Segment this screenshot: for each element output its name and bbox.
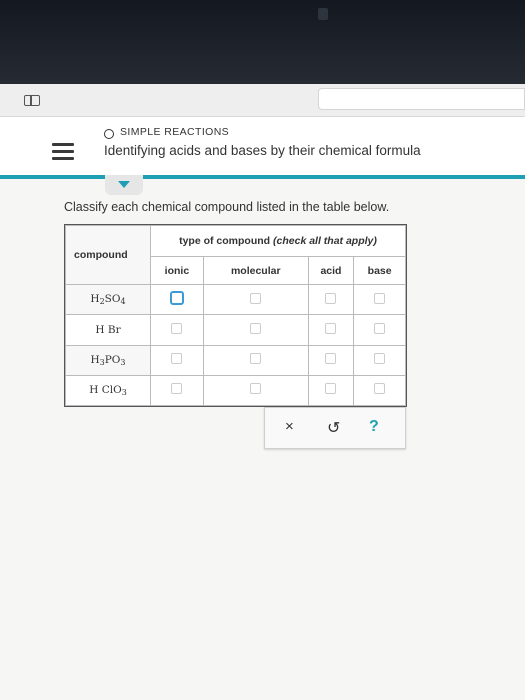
checkbox-h2so4-molecular[interactable] — [250, 292, 262, 304]
checkbox-h2so4-acid[interactable] — [325, 292, 337, 304]
type-of-compound-header: type of compound (check all that apply) — [150, 224, 406, 258]
column-header-acid: acid — [307, 256, 355, 286]
monitor-bezel — [0, 0, 525, 84]
clear-icon[interactable]: × — [285, 418, 294, 435]
checkbox-h3po3-molecular[interactable] — [250, 353, 262, 365]
checkbox-hclo3-ionic[interactable] — [171, 383, 183, 395]
compound-hclo3: H ClO3 — [65, 374, 151, 407]
instruction-text: Classify each chemical compound listed i… — [64, 200, 390, 214]
checkbox-hbr-ionic[interactable] — [171, 323, 183, 335]
column-header-molecular: molecular — [202, 256, 309, 286]
hamburger-menu-icon[interactable] — [52, 143, 74, 160]
compound-h2so4: H2SO4 — [65, 284, 151, 316]
checkbox-h3po3-base[interactable] — [374, 353, 386, 365]
address-bar[interactable] — [318, 88, 525, 110]
table-row: H3PO3 — [65, 344, 406, 376]
topic-progress-icon — [104, 129, 114, 139]
checkbox-h3po3-ionic[interactable] — [171, 353, 183, 365]
bezel-mark — [318, 8, 328, 20]
table-row: H2SO4 — [65, 284, 406, 316]
type-header-label: type of compound — [179, 235, 271, 248]
checkbox-hclo3-molecular[interactable] — [250, 383, 262, 395]
compound-column-header: compound — [65, 224, 151, 286]
page-title: Identifying acids and bases by their che… — [104, 143, 421, 158]
checkbox-hclo3-acid[interactable] — [325, 383, 337, 395]
column-header-ionic: ionic — [150, 256, 204, 286]
checkbox-hbr-base[interactable] — [374, 323, 386, 335]
checkbox-h2so4-base[interactable] — [374, 292, 386, 304]
table-row: H ClO3 — [65, 374, 406, 407]
topic-label: SIMPLE REACTIONS — [120, 126, 230, 138]
checkbox-hbr-molecular[interactable] — [250, 323, 262, 335]
help-icon[interactable]: ? — [369, 418, 379, 436]
table-row: H Br — [65, 314, 406, 346]
checkbox-hclo3-base[interactable] — [374, 383, 386, 395]
compound-hbr: H Br — [65, 314, 151, 346]
answer-action-bar: × ↺ ? — [264, 407, 406, 449]
checkbox-hbr-acid[interactable] — [325, 323, 337, 335]
column-header-base: base — [353, 256, 406, 286]
checkbox-h3po3-acid[interactable] — [325, 353, 337, 365]
expand-dropdown-icon[interactable] — [105, 175, 143, 195]
classification-table: compound type of compound (check all tha… — [64, 224, 407, 407]
type-header-note: (check all that apply) — [273, 235, 377, 248]
checkbox-h2so4-ionic[interactable] — [169, 291, 184, 306]
sidebar-toggle-icon[interactable] — [24, 95, 40, 106]
undo-icon[interactable]: ↺ — [327, 418, 340, 438]
compound-h3po3: H3PO3 — [65, 344, 151, 376]
